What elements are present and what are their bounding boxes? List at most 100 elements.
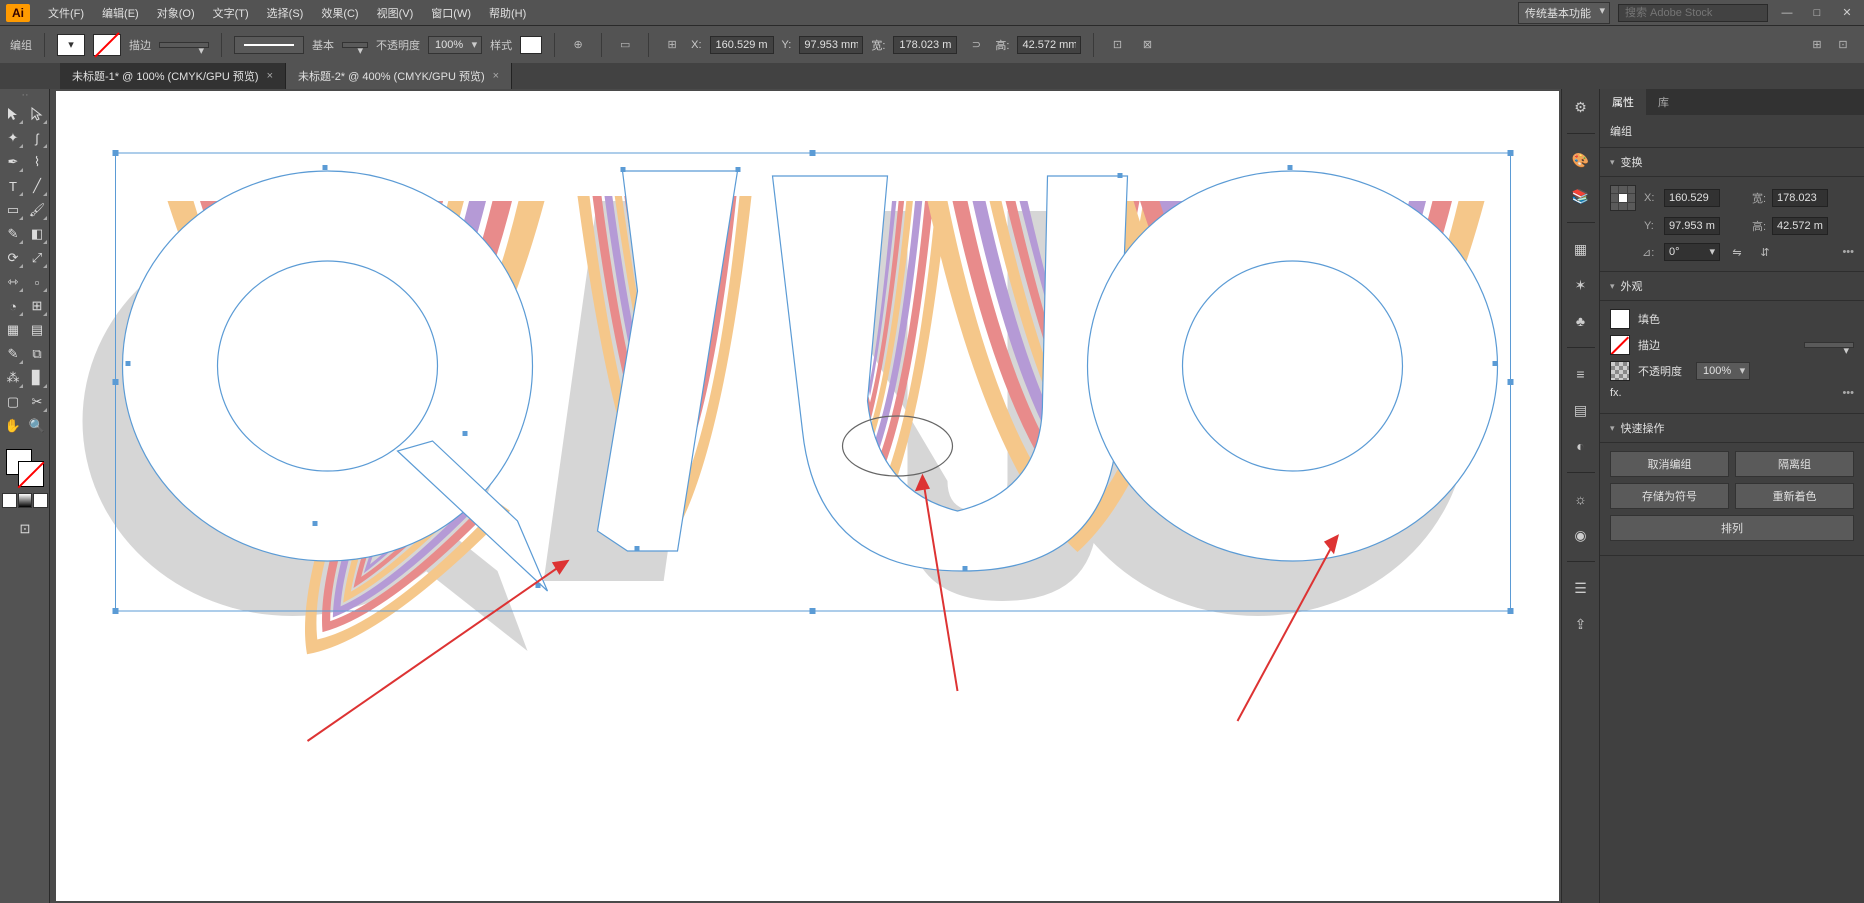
stroke-weight-input[interactable] — [159, 42, 209, 48]
stroke-profile[interactable] — [234, 36, 304, 54]
btn-save-as-symbol[interactable]: 存储为符号 — [1610, 483, 1729, 509]
prop-opacity-swatch[interactable] — [1610, 361, 1630, 381]
menu-object[interactable]: 对象(O) — [149, 2, 203, 24]
rail-symbols-icon[interactable]: ♣ — [1569, 309, 1593, 333]
prop-fill-swatch[interactable] — [1610, 309, 1630, 329]
reference-point-icon[interactable]: ⊞ — [661, 34, 683, 56]
tool-artboard[interactable]: ▢ — [2, 391, 24, 413]
fx-label[interactable]: fx. — [1610, 387, 1622, 399]
prop-x-input[interactable] — [1664, 189, 1720, 207]
stroke-style-dropdown[interactable] — [342, 42, 368, 48]
rail-appearance-icon[interactable]: ☼ — [1569, 487, 1593, 511]
tool-selection[interactable] — [2, 103, 24, 125]
rail-gradient-icon[interactable]: ▤ — [1569, 398, 1593, 422]
artboard[interactable] — [56, 91, 1559, 901]
screen-mode[interactable]: ⊡ — [2, 518, 48, 540]
tool-magic-wand[interactable]: ✦ — [2, 127, 24, 149]
prop-angle-input[interactable]: 0° — [1664, 243, 1720, 261]
tool-eyedropper[interactable]: ✎ — [2, 343, 24, 365]
more-options-icon[interactable]: ••• — [1842, 246, 1854, 258]
prop-opacity-input[interactable]: 100% — [1696, 362, 1750, 380]
constrain-icon[interactable]: ⊃ — [965, 34, 987, 56]
document-tab[interactable]: 未标题-1* @ 100% (CMYK/GPU 预览) × — [60, 63, 286, 89]
graphic-style-swatch[interactable] — [520, 36, 542, 54]
tool-zoom[interactable]: 🔍 — [26, 415, 48, 437]
rail-swatches-icon[interactable]: ▦ — [1569, 237, 1593, 261]
transform-header[interactable]: 变换 — [1600, 148, 1864, 177]
menu-select[interactable]: 选择(S) — [259, 2, 312, 24]
flip-h-icon[interactable]: ⇋ — [1726, 241, 1748, 263]
tool-direct-selection[interactable] — [26, 103, 48, 125]
tool-mesh[interactable]: ▦ — [2, 319, 24, 341]
prop-h-input[interactable] — [1772, 217, 1828, 235]
tool-blend[interactable]: ⧉ — [26, 343, 48, 365]
tool-gradient[interactable]: ▤ — [26, 319, 48, 341]
tool-lasso[interactable]: ʃ — [26, 127, 48, 149]
tool-perspective[interactable]: ⊞ — [26, 295, 48, 317]
reference-point-grid[interactable] — [1610, 185, 1636, 211]
gpu-preview-icon[interactable]: ⊡ — [1832, 34, 1854, 56]
color-mode-gradient[interactable] — [18, 493, 33, 508]
tool-free-transform[interactable]: ▫ — [26, 271, 48, 293]
canvas-area[interactable] — [50, 89, 1561, 903]
isolate-icon[interactable]: ⊠ — [1136, 34, 1158, 56]
btn-arrange[interactable]: 排列 — [1610, 515, 1854, 541]
prop-y-input[interactable] — [1664, 217, 1720, 235]
tool-width[interactable]: ⇿ — [2, 271, 24, 293]
stroke-box[interactable] — [18, 461, 44, 487]
menu-view[interactable]: 视图(V) — [369, 2, 422, 24]
rail-libraries-icon[interactable]: 📚 — [1569, 184, 1593, 208]
panel-tab-properties[interactable]: 属性 — [1600, 89, 1646, 115]
more-options-icon[interactable]: ••• — [1842, 387, 1854, 399]
tool-symbol-spray[interactable]: ⁂ — [2, 367, 24, 389]
tool-rotate[interactable]: ⟳ — [2, 247, 24, 269]
btn-isolate-group[interactable]: 隔离组 — [1735, 451, 1854, 477]
w-input[interactable] — [893, 36, 957, 54]
minimize-icon[interactable]: — — [1776, 4, 1798, 22]
prop-stroke-swatch[interactable] — [1610, 335, 1630, 355]
rail-color-icon[interactable]: 🎨 — [1569, 148, 1593, 172]
menu-effect[interactable]: 效果(C) — [313, 2, 366, 24]
quick-actions-header[interactable]: 快速操作 — [1600, 414, 1864, 443]
tool-rectangle[interactable]: ▭ — [2, 199, 24, 221]
fill-stroke-control[interactable] — [2, 447, 48, 487]
recolor-icon[interactable]: ⊕ — [567, 34, 589, 56]
menu-window[interactable]: 窗口(W) — [423, 2, 479, 24]
h-input[interactable] — [1017, 36, 1081, 54]
menu-file[interactable]: 文件(F) — [40, 2, 92, 24]
color-mode-solid[interactable] — [2, 493, 17, 508]
btn-recolor[interactable]: 重新着色 — [1735, 483, 1854, 509]
document-tab[interactable]: 未标题-2* @ 400% (CMYK/GPU 预览) × — [286, 63, 512, 89]
rail-properties-icon[interactable]: ⚙ — [1569, 95, 1593, 119]
tool-graph[interactable]: ▊ — [26, 367, 48, 389]
x-input[interactable] — [710, 36, 774, 54]
tool-scale[interactable]: ⤢ — [26, 247, 48, 269]
y-input[interactable] — [799, 36, 863, 54]
flip-v-icon[interactable]: ⇵ — [1754, 241, 1776, 263]
transform-icon[interactable]: ⊡ — [1106, 34, 1128, 56]
fill-swatch[interactable]: ▾ — [57, 34, 85, 56]
menu-help[interactable]: 帮助(H) — [481, 2, 534, 24]
prop-stroke-weight[interactable] — [1804, 342, 1854, 348]
tab-close-icon[interactable]: × — [267, 70, 273, 82]
rail-stroke-icon[interactable]: ≡ — [1569, 362, 1593, 386]
appearance-header[interactable]: 外观 — [1600, 272, 1864, 301]
tool-pen[interactable]: ✒ — [2, 151, 24, 173]
arrange-documents-icon[interactable]: ⊞ — [1806, 34, 1828, 56]
close-icon[interactable]: ✕ — [1836, 4, 1858, 22]
tool-line[interactable]: ╱ — [26, 175, 48, 197]
maximize-icon[interactable]: □ — [1806, 4, 1828, 22]
tool-slice[interactable]: ✂ — [26, 391, 48, 413]
search-input[interactable] — [1618, 4, 1768, 22]
rail-brushes-icon[interactable]: ✶ — [1569, 273, 1593, 297]
stroke-swatch[interactable] — [93, 34, 121, 56]
tool-type[interactable]: T — [2, 175, 24, 197]
tool-eraser[interactable]: ◧ — [26, 223, 48, 245]
workspace-switcher[interactable]: 传统基本功能 — [1518, 2, 1610, 24]
tool-shape-builder[interactable]: ◔ — [2, 295, 24, 317]
rail-layers-icon[interactable]: ☰ — [1569, 576, 1593, 600]
tool-hand[interactable]: ✋ — [2, 415, 24, 437]
rail-graphic-styles-icon[interactable]: ◉ — [1569, 523, 1593, 547]
rail-asset-export-icon[interactable]: ⇪ — [1569, 612, 1593, 636]
menu-edit[interactable]: 编辑(E) — [94, 2, 147, 24]
